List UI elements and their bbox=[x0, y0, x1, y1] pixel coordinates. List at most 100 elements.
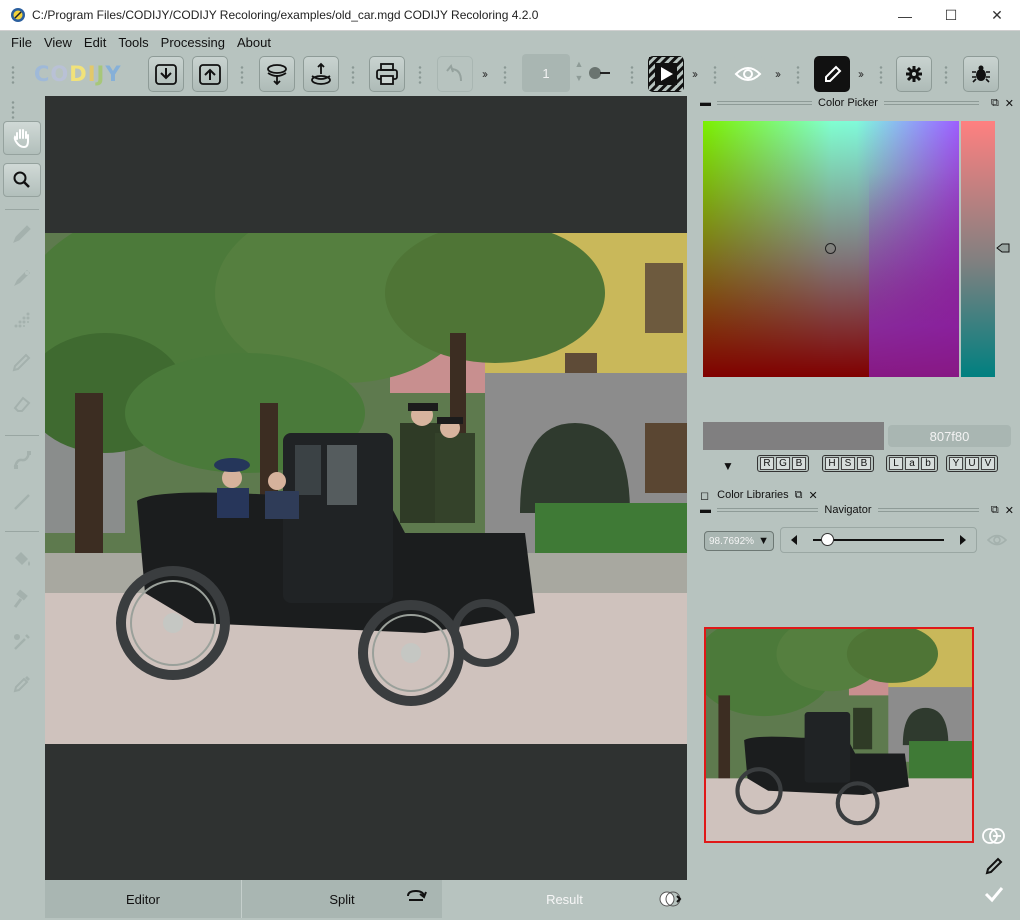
fill-tool[interactable] bbox=[3, 541, 41, 575]
color-model-dropdown-icon[interactable]: ▼ bbox=[722, 459, 734, 473]
settings-button[interactable] bbox=[896, 56, 932, 92]
navigator-thumbnail[interactable] bbox=[704, 627, 974, 843]
toolbar-grip[interactable] bbox=[710, 63, 720, 87]
toolbar-overflow-icon[interactable]: ›› bbox=[858, 67, 864, 81]
hammer-tool[interactable] bbox=[3, 583, 41, 617]
color-slider[interactable] bbox=[961, 121, 995, 377]
toolbar-overflow-icon[interactable]: ›› bbox=[482, 67, 488, 81]
hammer-icon bbox=[13, 589, 28, 608]
load-markup-button[interactable] bbox=[259, 56, 295, 92]
compare-toggle-button[interactable] bbox=[980, 822, 1008, 850]
preview-button[interactable] bbox=[730, 56, 766, 92]
hand-tool[interactable] bbox=[3, 121, 41, 155]
tab-editor[interactable]: Editor bbox=[45, 880, 242, 918]
toolbar-grip[interactable] bbox=[415, 63, 425, 87]
close-panel-icon[interactable]: ✕ bbox=[809, 489, 818, 502]
spray-tool[interactable] bbox=[3, 303, 41, 337]
color-libraries-title[interactable]: Color Libraries bbox=[717, 489, 789, 501]
eyedropper-tool[interactable] bbox=[3, 667, 41, 701]
menu-view[interactable]: View bbox=[42, 34, 74, 51]
save-markup-button[interactable] bbox=[303, 56, 339, 92]
line-tool[interactable] bbox=[3, 485, 41, 519]
navigator-title: Navigator bbox=[824, 504, 872, 516]
zoom-level-select[interactable]: 98.7692% ▼ bbox=[704, 531, 774, 551]
tab-split[interactable]: Split bbox=[242, 880, 442, 918]
rotate-icon[interactable] bbox=[405, 888, 427, 904]
float-icon[interactable]: ⧉ bbox=[991, 97, 999, 110]
menu-about[interactable]: About bbox=[235, 34, 273, 51]
menu-file[interactable]: File bbox=[9, 34, 34, 51]
toolbar-overflow-icon[interactable]: ›› bbox=[775, 67, 781, 81]
model-key: a bbox=[905, 457, 919, 470]
eye-icon[interactable] bbox=[986, 531, 1008, 549]
model-key: R bbox=[760, 457, 774, 470]
frame-spinner-icon[interactable]: ▲ ▼ bbox=[573, 57, 585, 89]
color-field-marker[interactable] bbox=[825, 243, 836, 254]
restore-icon[interactable]: ◻ bbox=[700, 489, 709, 502]
toolbar-grip[interactable] bbox=[348, 63, 358, 87]
minimize-button[interactable]: — bbox=[882, 0, 928, 31]
draw-mode-button[interactable] bbox=[980, 852, 1008, 880]
zoom-in-arrow-icon[interactable] bbox=[957, 533, 969, 547]
hex-value-field[interactable]: 807f80 bbox=[888, 425, 1011, 447]
panel-grip[interactable] bbox=[8, 98, 36, 120]
menu-processing[interactable]: Processing bbox=[159, 34, 227, 51]
color-picker-header: ▬ Color Picker ⧉ ✕ bbox=[698, 96, 1018, 110]
pencil-tool[interactable] bbox=[3, 217, 41, 251]
collapse-icon[interactable]: ▬ bbox=[700, 504, 711, 516]
toolbar-grip[interactable] bbox=[876, 63, 886, 87]
toolbar-grip[interactable] bbox=[793, 63, 803, 87]
toolbar-grip[interactable] bbox=[627, 63, 637, 87]
frame-slider-track[interactable] bbox=[600, 72, 610, 74]
float-icon[interactable]: ⧉ bbox=[991, 504, 999, 517]
float-icon[interactable]: ⧉ bbox=[795, 489, 803, 502]
toolbar-overflow-icon[interactable]: ›› bbox=[692, 67, 698, 81]
menu-tools[interactable]: Tools bbox=[116, 34, 150, 51]
compare-icon[interactable] bbox=[657, 890, 683, 908]
brush-tool[interactable] bbox=[3, 261, 41, 295]
curve-tool[interactable] bbox=[3, 443, 41, 477]
close-button[interactable]: ✕ bbox=[974, 0, 1020, 31]
gear-icon bbox=[906, 66, 922, 82]
menu-edit[interactable]: Edit bbox=[82, 34, 108, 51]
tab-result[interactable]: Result bbox=[442, 880, 687, 918]
frame-number-field[interactable]: 1 bbox=[522, 54, 570, 92]
collapse-icon[interactable]: ▬ bbox=[700, 97, 711, 109]
checkmark-icon bbox=[984, 887, 1004, 903]
play-frames-button[interactable] bbox=[648, 56, 684, 92]
maximize-button[interactable]: ☐ bbox=[928, 0, 974, 31]
color-swap-tool[interactable] bbox=[3, 625, 41, 659]
report-bug-button[interactable] bbox=[963, 56, 999, 92]
pencil-icon bbox=[825, 65, 842, 82]
color-slider-marker[interactable] bbox=[996, 243, 1010, 253]
menu-bar: File View Edit Tools Processing About bbox=[0, 31, 1020, 53]
close-panel-icon[interactable]: ✕ bbox=[1005, 504, 1014, 517]
chevron-down-icon: ▼ bbox=[758, 535, 769, 547]
toolbar-grip[interactable] bbox=[941, 63, 951, 87]
undo-button[interactable] bbox=[437, 56, 473, 92]
import-button[interactable] bbox=[148, 56, 184, 92]
rgb-model-group[interactable]: R G B bbox=[757, 455, 809, 472]
image-canvas[interactable] bbox=[45, 96, 687, 880]
eraser-tool[interactable] bbox=[3, 387, 41, 421]
pencil-icon bbox=[13, 225, 31, 243]
marker-tool[interactable] bbox=[3, 345, 41, 379]
main-toolbar: CODIJY ›› ›› ›› ›› bbox=[0, 53, 1020, 95]
toolbar-grip[interactable] bbox=[237, 63, 247, 87]
edit-mode-button[interactable] bbox=[814, 56, 850, 92]
zoom-tool[interactable] bbox=[3, 163, 41, 197]
yuv-model-group[interactable]: Y U V bbox=[946, 455, 998, 472]
color-libraries-header: ◻ Color Libraries ⧉ ✕ bbox=[698, 488, 838, 502]
tab-result-label: Result bbox=[546, 891, 583, 907]
print-button[interactable] bbox=[369, 56, 405, 92]
toolbar-grip[interactable] bbox=[500, 63, 510, 87]
lab-model-group[interactable]: L a b bbox=[886, 455, 938, 472]
export-button[interactable] bbox=[192, 56, 228, 92]
zoom-slider-handle[interactable] bbox=[821, 533, 834, 546]
apply-button[interactable] bbox=[980, 880, 1008, 908]
zoom-out-arrow-icon[interactable] bbox=[788, 533, 800, 547]
close-panel-icon[interactable]: ✕ bbox=[1005, 97, 1014, 110]
hsb-model-group[interactable]: H S B bbox=[822, 455, 874, 472]
print-icon bbox=[376, 63, 398, 85]
toolbar-grip[interactable] bbox=[8, 63, 18, 87]
